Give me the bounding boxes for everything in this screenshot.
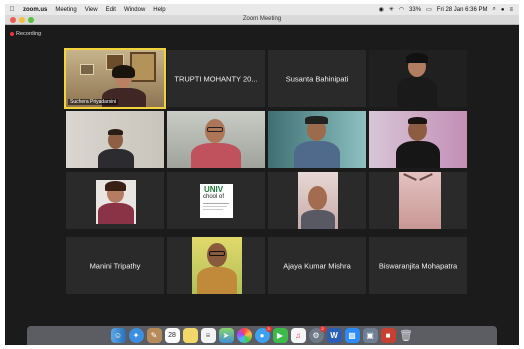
logo-divider: [203, 203, 229, 204]
battery-percent: 33%: [409, 6, 422, 13]
menu-app[interactable]: zoom.us: [19, 7, 51, 13]
logo-divider: [203, 209, 223, 210]
logo-text-sub: chool of: [203, 194, 225, 200]
participant-hair: [408, 117, 427, 124]
calendar-icon[interactable]: 28: [164, 328, 180, 343]
record-dot-icon: [10, 32, 14, 36]
participant-caption: Suchera Priyadarsini: [68, 99, 119, 105]
mac-dock: ☺ ✦ ✎ 28 ≡ ➤ ● 3 ▶ ♫ ⚙ 2 W ▩ ▣ ■ 🗑: [27, 326, 497, 345]
recording-indicator[interactable]: Recording: [10, 31, 41, 37]
participant-body: [191, 143, 241, 168]
video-tile-3[interactable]: Susanta Bahinipati: [268, 50, 366, 107]
apple-icon[interactable]: : [5, 6, 19, 13]
window-title-bar: Zoom Meeting: [5, 15, 519, 25]
wifi-icon[interactable]: ◠: [399, 6, 404, 13]
glasses-icon: [209, 251, 225, 256]
video-tile-2[interactable]: TRUPTI MOHANTY 20...: [167, 50, 265, 107]
zoom-icon[interactable]: ▩: [344, 328, 360, 343]
video-tile-7[interactable]: [268, 111, 366, 168]
participant-body: [301, 210, 335, 229]
recording-label: Recording: [16, 31, 42, 37]
word-icon[interactable]: W: [326, 328, 342, 343]
video-tile-6[interactable]: [167, 111, 265, 168]
messages-icon[interactable]: ● 3: [254, 326, 272, 343]
participant-hair: [406, 53, 428, 63]
menu-help[interactable]: Help: [149, 7, 169, 13]
participant-body: [397, 77, 437, 107]
video-tile-8[interactable]: [369, 111, 467, 168]
menu-window[interactable]: Window: [120, 7, 149, 13]
participant-hair: [108, 129, 123, 135]
participant-face: [308, 186, 327, 210]
menu-edit[interactable]: Edit: [102, 7, 120, 13]
cap-icon: [305, 116, 328, 124]
notification-badge: 3: [265, 326, 272, 332]
search-icon[interactable]: ⌕: [492, 6, 495, 13]
preview-icon[interactable]: ▣: [362, 328, 378, 343]
participant-body: [98, 203, 134, 224]
trash-icon[interactable]: 🗑: [399, 328, 414, 343]
university-logo: UNIV chool of: [200, 184, 233, 218]
reminders-icon[interactable]: ≡: [200, 328, 216, 343]
video-tile-13[interactable]: Manini Tripathy: [66, 237, 164, 294]
clock[interactable]: Fri 28 Jan 6:36 PM: [437, 7, 488, 13]
bluetooth-icon[interactable]: ✳: [389, 6, 394, 13]
menu-list-icon[interactable]: ≡: [509, 7, 513, 13]
photo-booth-icon[interactable]: ■: [380, 328, 396, 343]
wall-picture: [130, 52, 156, 82]
participant-hair: [112, 65, 135, 78]
menu-view[interactable]: View: [81, 7, 102, 13]
battery-icon[interactable]: ▭: [426, 6, 432, 13]
safari-icon[interactable]: ✦: [128, 328, 144, 343]
participant-name: TRUPTI MOHANTY 20...: [174, 74, 258, 83]
facetime-icon[interactable]: ▶: [272, 328, 288, 343]
stickies-icon[interactable]: [182, 328, 198, 343]
siri-icon[interactable]: ●: [501, 7, 505, 13]
music-icon[interactable]: ♫: [290, 328, 306, 343]
system-preferences-icon[interactable]: ⚙ 2: [308, 326, 326, 343]
video-tile-4[interactable]: [369, 50, 467, 107]
logo-divider: [203, 206, 227, 207]
video-tile-14[interactable]: [167, 237, 265, 294]
participant-name: Biswaranjita Mohapatra: [378, 261, 458, 270]
participant-body: [294, 141, 340, 168]
participant-body: [197, 267, 237, 294]
finder-icon[interactable]: ☺: [110, 328, 126, 343]
video-tile-5[interactable]: [66, 111, 164, 168]
mac-menu-bar:  zoom.us Meeting View Edit Window Help …: [5, 4, 519, 15]
participant-name: Ajaya Kumar Mishra: [283, 261, 351, 270]
participant-body: [396, 141, 440, 168]
video-tile-12[interactable]: [369, 172, 467, 229]
video-tile-15[interactable]: Ajaya Kumar Mishra: [268, 237, 366, 294]
glasses-icon: [207, 127, 223, 132]
participant-body: [98, 149, 134, 168]
maps-icon[interactable]: ➤: [218, 328, 234, 343]
participant-name: Susanta Bahinipati: [285, 74, 349, 83]
record-status-icon[interactable]: ◉: [379, 6, 384, 13]
video-tile-11[interactable]: [268, 172, 366, 229]
video-tile-16[interactable]: Biswaranjita Mohapatra: [369, 237, 467, 294]
video-tile-1[interactable]: Suchera Priyadarsini: [64, 48, 166, 109]
window-title: Zoom Meeting: [242, 16, 282, 22]
photos-icon[interactable]: [236, 328, 252, 343]
menu-meeting[interactable]: Meeting: [51, 7, 80, 13]
video-tile-10[interactable]: UNIV chool of: [167, 172, 265, 229]
notification-badge: 2: [319, 326, 326, 332]
wall-frame: [80, 64, 94, 75]
participant-hair: [105, 181, 126, 191]
notes-app-icon[interactable]: ✎: [146, 328, 162, 343]
logo-text: UNIV: [204, 185, 224, 194]
video-tile-9[interactable]: [66, 172, 164, 229]
participant-name: Manini Tripathy: [89, 261, 141, 270]
zoom-screen:  zoom.us Meeting View Edit Window Help …: [5, 4, 519, 345]
